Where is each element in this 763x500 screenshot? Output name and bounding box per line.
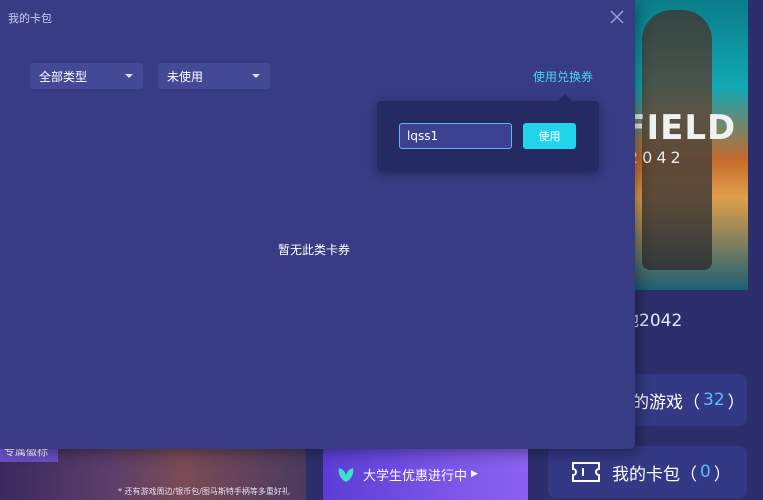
type-filter-value: 全部类型	[39, 69, 88, 84]
type-filter-select[interactable]: 全部类型	[30, 63, 143, 89]
caret-down-icon	[252, 74, 260, 78]
redeem-voucher-link[interactable]: 使用兑换券	[533, 68, 593, 85]
status-filter-select[interactable]: 未使用	[158, 63, 270, 89]
leaf-icon	[338, 468, 354, 482]
my-wallet-button[interactable]: 我的卡包 （0）	[548, 446, 747, 498]
promo-banner-left[interactable]: 专属徽标 * 还有游戏周边/银币包/图马斯特手柄等多重好礼	[0, 440, 306, 500]
empty-state-message: 暂无此类卡券	[277, 243, 350, 257]
student-promo-banner[interactable]: 大学生优惠进行中 ▶	[323, 448, 528, 500]
wallet-dialog: 我的卡包 全部类型 未使用 使用兑换券 使用 暂无此类卡券	[0, 0, 635, 449]
close-icon[interactable]	[609, 9, 625, 25]
redeem-popover: 使用	[377, 94, 599, 171]
chevron-right-icon: ▶	[471, 469, 478, 479]
use-redeem-button[interactable]: 使用	[523, 123, 576, 149]
my-games-count: 32	[703, 390, 725, 410]
student-promo-label: 大学生优惠进行中	[363, 468, 468, 484]
caret-down-icon	[125, 74, 133, 78]
popover-pointer	[558, 94, 572, 101]
promo-fine-print: * 还有游戏周边/银币包/图马斯特手柄等多重好礼	[118, 487, 290, 496]
dialog-title: 我的卡包	[8, 12, 52, 25]
my-wallet-count: 0	[700, 462, 711, 482]
redeem-code-input[interactable]	[399, 123, 512, 149]
ticket-icon	[572, 462, 600, 482]
status-filter-value: 未使用	[167, 69, 204, 84]
my-wallet-label: 我的卡包	[612, 464, 680, 485]
game-logo-number: 2042	[628, 148, 685, 167]
my-games-label: 的游戏	[632, 392, 683, 413]
